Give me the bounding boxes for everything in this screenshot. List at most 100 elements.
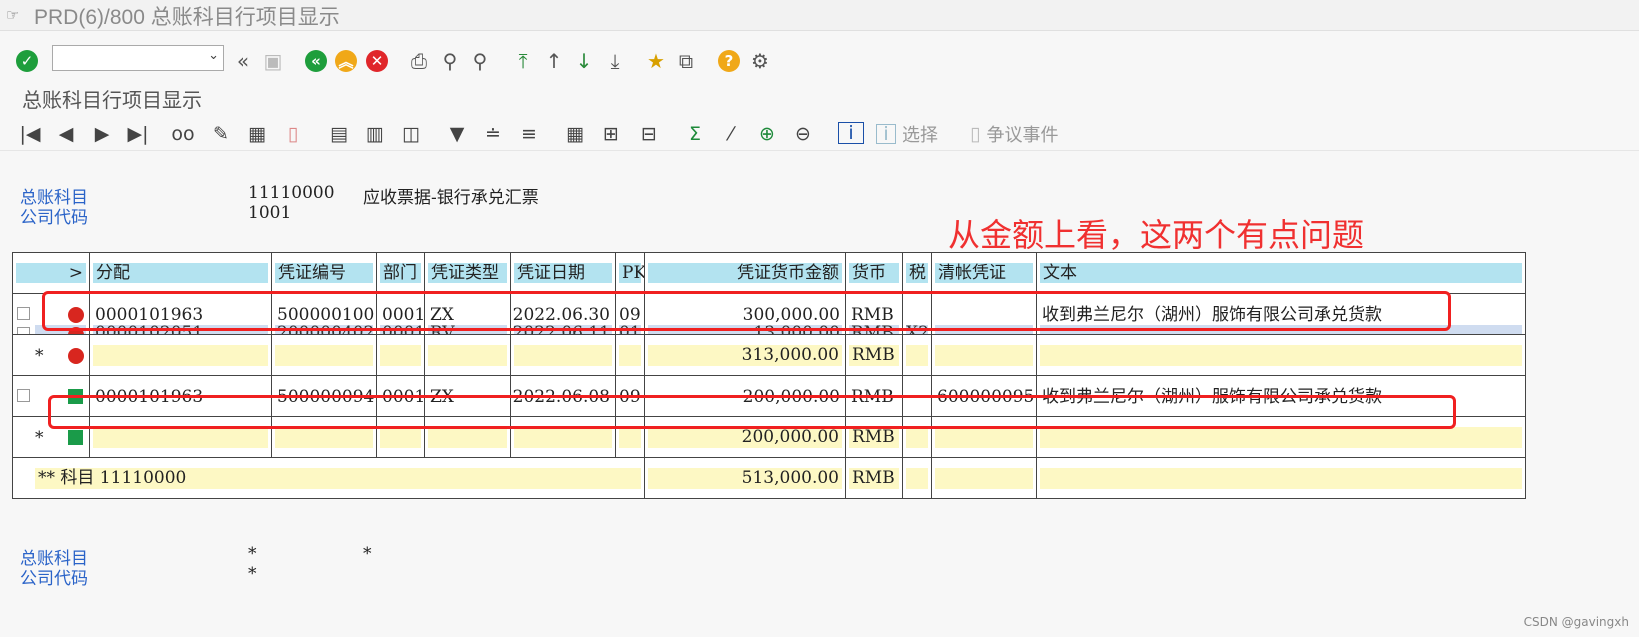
cancel-button[interactable]: ✕ [364, 48, 390, 74]
info-icon[interactable]: i [838, 122, 864, 144]
column-header[interactable]: 清帐凭证 [935, 263, 1033, 283]
find-next-icon[interactable]: ⚲ [467, 48, 493, 74]
expand-icon[interactable]: ⊕ [754, 122, 780, 146]
status-red-icon [68, 348, 84, 364]
window-menu-icon[interactable]: ☞ [6, 6, 19, 24]
checkmark-icon: ✓ [16, 50, 38, 72]
subtotal-cell [619, 427, 641, 448]
subtotal-cell [935, 345, 1033, 366]
previous-page-icon[interactable]: ↑ [541, 48, 567, 74]
status-green-icon [68, 430, 83, 445]
change-layout-icon[interactable]: ▦ [244, 122, 270, 146]
dispute-label: 争议事件 [986, 125, 1059, 146]
delete-doc-icon[interactable]: ▯ [280, 122, 306, 146]
previous-item-icon[interactable]: ◀ [54, 122, 78, 146]
total-amount: 513,000.00 [648, 468, 842, 489]
last-page-icon[interactable]: ⤓ [602, 48, 628, 74]
subtotal-cell [428, 345, 507, 366]
sum-icon[interactable]: Σ [682, 122, 708, 146]
first-page-icon[interactable]: ⤒ [510, 48, 536, 74]
double-left-icon[interactable]: « [230, 48, 256, 74]
document-overview-icon[interactable]: ▤ [326, 122, 352, 146]
footer-company-code-value: * [248, 564, 257, 584]
total-row[interactable]: ** 科目 11110000 513,000.00 RMB [13, 457, 1526, 499]
column-header[interactable]: 货币 [849, 263, 899, 283]
subtotal-cell [906, 427, 928, 448]
back-icon: « [305, 50, 327, 72]
column-header[interactable]: 凭证编号 [275, 263, 373, 283]
total-cell [935, 468, 1033, 489]
dispute-case-button[interactable]: ▯ 争议事件 [970, 122, 1058, 146]
footer-gl-account-value: * [248, 544, 257, 564]
sort-descending-icon[interactable]: ≡ [516, 122, 542, 146]
total-currency: RMB [849, 468, 899, 489]
table-header-row: > 分配 凭证编号 部门 凭证类型 凭证日期 PK 凭证货币金额 货币 税 清帐… [12, 252, 1526, 294]
row-select-checkbox[interactable] [17, 389, 30, 402]
subtotal-cell [1040, 345, 1522, 366]
collapse-icon[interactable]: ⊖ [790, 122, 816, 146]
help-button[interactable]: ? [716, 48, 742, 74]
select-label: 选择 [902, 125, 938, 146]
save-layout-icon[interactable]: ⊟ [636, 122, 662, 146]
shortcut-icon[interactable]: ⧉ [673, 48, 699, 74]
subtotal-cell [275, 427, 373, 448]
sort-ascending-icon[interactable]: ≐ [480, 122, 506, 146]
document-icon[interactable]: ▥ [362, 122, 388, 146]
column-header[interactable]: 凭证类型 [428, 263, 507, 283]
chevron-down-icon[interactable]: ⌄ [208, 48, 219, 63]
column-header[interactable]: 部门 [380, 263, 421, 283]
subtotal-cell [380, 345, 421, 366]
choose-layout-icon[interactable]: ⊞ [598, 122, 624, 146]
column-header[interactable]: PK [619, 263, 645, 283]
highlight-box [48, 395, 1456, 429]
subtotal-icon[interactable]: ⁄ [718, 122, 744, 146]
total-label: ** 科目 11110000 [35, 468, 641, 489]
expand-column-button[interactable]: > [16, 263, 86, 283]
column-header[interactable]: 凭证货币金额 [648, 263, 842, 283]
back-button[interactable]: « [303, 48, 329, 74]
subtotal-currency: RMB [849, 345, 899, 366]
subtotal-cell [428, 427, 507, 448]
last-item-icon[interactable]: ▶| [126, 122, 150, 146]
subtotal-currency: RMB [849, 427, 899, 448]
find-icon[interactable]: ⚲ [437, 48, 463, 74]
subtotal-cell [935, 427, 1033, 448]
company-code-value: 1001 [248, 203, 292, 223]
column-header[interactable]: 凭证日期 [514, 263, 612, 283]
column-header[interactable]: 分配 [93, 263, 268, 283]
column-header[interactable]: 税 [906, 263, 928, 283]
subtotal-row[interactable]: * 313,000.00 RMB [12, 334, 1526, 376]
settings-gear-icon[interactable]: ⚙ [747, 48, 773, 74]
subtotal-cell [906, 345, 928, 366]
annotation-note: 从金额上看，这两个有点问题 [948, 216, 1365, 254]
row-select-checkbox[interactable] [17, 307, 30, 320]
divider [0, 150, 1639, 151]
first-item-icon[interactable]: |◀ [18, 122, 42, 146]
table-layout-icon[interactable]: ▦ [562, 122, 588, 146]
exit-icon: ︽ [335, 50, 357, 72]
subtotal-amount: 200,000.00 [648, 427, 842, 448]
filter-icon[interactable]: ▼ [444, 122, 470, 146]
edit-pencil-icon[interactable]: ✎ [208, 122, 234, 146]
enter-button[interactable]: ✓ [14, 48, 40, 74]
next-page-icon[interactable]: ↓ [571, 48, 597, 74]
command-field[interactable]: ⌄ [52, 45, 224, 71]
print-icon[interactable]: ⎙ [406, 48, 432, 74]
select-button[interactable]: i 选择 [876, 122, 938, 146]
next-item-icon[interactable]: ▶ [90, 122, 114, 146]
column-header[interactable]: 文本 [1040, 263, 1522, 283]
exit-button[interactable]: ︽ [333, 48, 359, 74]
display-glasses-icon[interactable]: oo [170, 122, 196, 146]
row-select-checkbox[interactable] [17, 327, 30, 334]
subtotal-star: * [35, 428, 44, 448]
create-session-icon[interactable]: ★ [643, 48, 669, 74]
total-cell [1040, 468, 1522, 489]
document-global-icon[interactable]: ◫ [398, 122, 424, 146]
subtotal-cell [275, 345, 373, 366]
footer-gl-account-value-2: * [363, 544, 372, 564]
gl-account-description: 应收票据-银行承兑汇票 [363, 188, 539, 208]
highlight-box [42, 291, 1451, 331]
subtotal-cell [1040, 427, 1522, 448]
save-icon[interactable]: ▣ [260, 48, 286, 74]
title-bar: ☞ PRD(6)/800 总账科目行项目显示 [0, 0, 1639, 31]
